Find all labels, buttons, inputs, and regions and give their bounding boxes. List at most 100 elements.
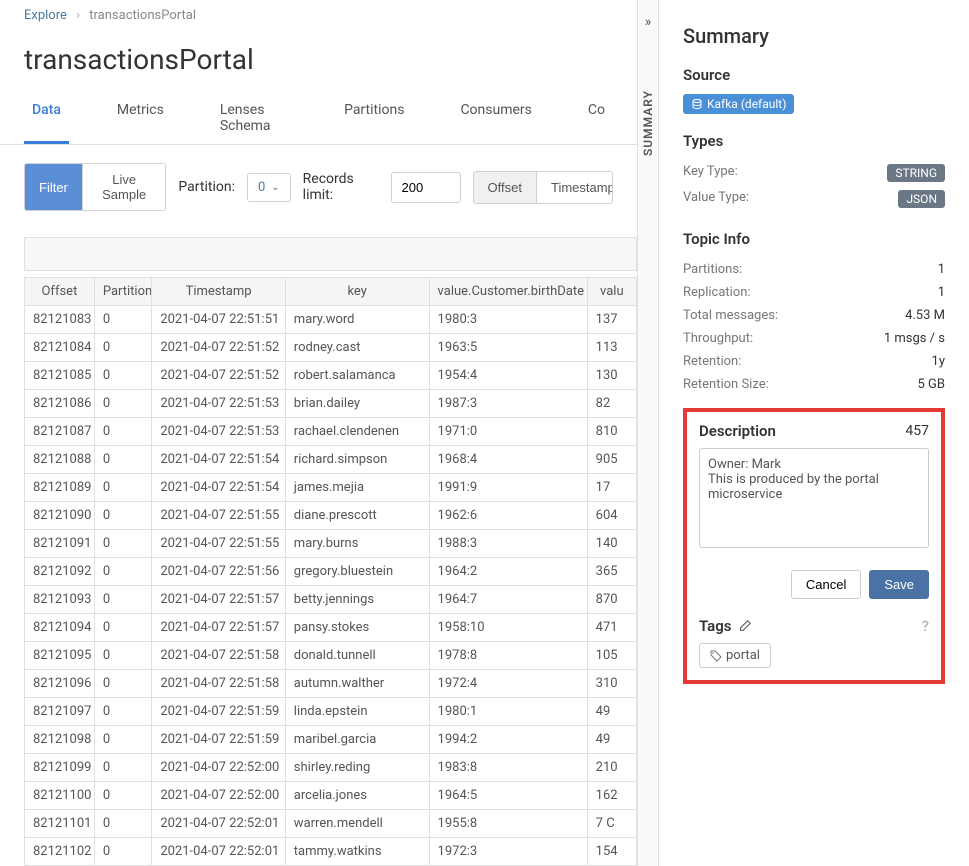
table-cell: 1972:3	[429, 838, 587, 866]
records-limit-label: Records limit:	[303, 171, 379, 203]
chevron-down-icon: ⌄	[271, 182, 279, 193]
table-cell: 2021-04-07 22:51:52	[152, 334, 285, 362]
filter-button[interactable]: Filter	[25, 164, 82, 210]
table-cell: 82121088	[25, 446, 95, 474]
table-row[interactable]: 8212108702021-04-07 22:51:53rachael.clen…	[25, 418, 637, 446]
table-row[interactable]: 8212109902021-04-07 22:52:00shirley.redi…	[25, 754, 637, 782]
partition-label: Partition:	[178, 179, 235, 195]
table-row[interactable]: 8212109002021-04-07 22:51:55diane.presco…	[25, 502, 637, 530]
records-limit-input[interactable]	[391, 172, 461, 203]
table-cell: 2021-04-07 22:51:53	[152, 418, 285, 446]
table-row[interactable]: 8212110002021-04-07 22:52:00arcelia.jone…	[25, 782, 637, 810]
table-cell: 0	[94, 474, 152, 502]
table-row[interactable]: 8212109302021-04-07 22:51:57betty.jennin…	[25, 586, 637, 614]
value-type-badge: JSON	[898, 190, 945, 208]
tag-pill[interactable]: portal	[699, 643, 771, 668]
tag-icon	[710, 650, 722, 662]
tags-label: Tags	[699, 617, 732, 635]
table-cell: 1963:5	[429, 334, 587, 362]
info-value: 4.53 M	[905, 308, 945, 323]
table-cell: betty.jennings	[285, 586, 429, 614]
table-row[interactable]: 8212108402021-04-07 22:51:52rodney.cast1…	[25, 334, 637, 362]
column-header[interactable]: Timestamp	[152, 278, 285, 306]
table-row[interactable]: 8212108302021-04-07 22:51:51mary.word198…	[25, 306, 637, 334]
cancel-button[interactable]: Cancel	[791, 570, 861, 599]
table-row[interactable]: 8212108902021-04-07 22:51:54james.mejia1…	[25, 474, 637, 502]
column-header[interactable]: key	[285, 278, 429, 306]
table-cell: 82121085	[25, 362, 95, 390]
table-row[interactable]: 8212109702021-04-07 22:51:59linda.epstei…	[25, 698, 637, 726]
table-cell: mary.burns	[285, 530, 429, 558]
tab-metrics[interactable]: Metrics	[109, 92, 172, 144]
breadcrumb-root[interactable]: Explore	[24, 8, 67, 23]
table-cell: 0	[94, 306, 152, 334]
table-row[interactable]: 8212110202021-04-07 22:52:01tammy.watkin…	[25, 838, 637, 866]
table-cell: 1962:6	[429, 502, 587, 530]
edit-icon[interactable]	[738, 619, 752, 633]
table-cell: 82121091	[25, 530, 95, 558]
table-cell: 210	[587, 754, 636, 782]
column-header[interactable]: Offset	[25, 278, 95, 306]
timestamp-button[interactable]: Timestamp	[536, 172, 613, 203]
key-type-badge: STRING	[887, 164, 945, 182]
table-cell: james.mejia	[285, 474, 429, 502]
tab-data[interactable]: Data	[24, 92, 69, 144]
column-header[interactable]: valu	[587, 278, 636, 306]
table-row[interactable]: 8212109502021-04-07 22:51:58donald.tunne…	[25, 642, 637, 670]
tab-partitions[interactable]: Partitions	[336, 92, 412, 144]
info-key: Retention:	[683, 354, 741, 369]
filter-row[interactable]	[24, 237, 637, 271]
table-cell: 0	[94, 726, 152, 754]
table-cell: 2021-04-07 22:51:52	[152, 362, 285, 390]
table-cell: 0	[94, 530, 152, 558]
table-cell: 0	[94, 586, 152, 614]
info-row: Retention Size:5 GB	[683, 373, 945, 396]
info-key: Total messages:	[683, 308, 778, 323]
table-row[interactable]: 8212108502021-04-07 22:51:52robert.salam…	[25, 362, 637, 390]
table-row[interactable]: 8212109802021-04-07 22:51:59maribel.garc…	[25, 726, 637, 754]
table-cell: diane.prescott	[285, 502, 429, 530]
types-heading: Types	[683, 132, 945, 150]
description-textarea[interactable]	[699, 448, 929, 548]
table-cell: 0	[94, 334, 152, 362]
table-cell: 2021-04-07 22:51:53	[152, 390, 285, 418]
table-cell: 2021-04-07 22:51:54	[152, 446, 285, 474]
table-cell: 154	[587, 838, 636, 866]
table-cell: 0	[94, 558, 152, 586]
help-icon[interactable]: ?	[922, 617, 929, 635]
tab-lenses-schema[interactable]: Lenses Schema	[212, 92, 296, 144]
table-row[interactable]: 8212109102021-04-07 22:51:55mary.burns19…	[25, 530, 637, 558]
offset-button[interactable]: Offset	[474, 172, 536, 203]
table-row[interactable]: 8212110102021-04-07 22:52:01warren.mende…	[25, 810, 637, 838]
table-cell: mary.word	[285, 306, 429, 334]
table-cell: 82121096	[25, 670, 95, 698]
table-cell: 1955:8	[429, 810, 587, 838]
summary-heading: Summary	[683, 24, 945, 48]
live-sample-button[interactable]: Live Sample	[82, 164, 166, 210]
summary-collapse-tab[interactable]: » SUMMARY	[637, 0, 659, 866]
table-cell: 82121099	[25, 754, 95, 782]
table-row[interactable]: 8212109602021-04-07 22:51:58autumn.walth…	[25, 670, 637, 698]
table-row[interactable]: 8212109402021-04-07 22:51:57pansy.stokes…	[25, 614, 637, 642]
column-header[interactable]: value.Customer.birthDate	[429, 278, 587, 306]
tab-co[interactable]: Co	[580, 92, 613, 144]
partition-select[interactable]: 0 ⌄	[247, 173, 291, 202]
tab-consumers[interactable]: Consumers	[452, 92, 539, 144]
table-cell: 1980:3	[429, 306, 587, 334]
table-cell: 1958:10	[429, 614, 587, 642]
table-cell: pansy.stokes	[285, 614, 429, 642]
page-title: transactionsPortal	[0, 31, 637, 92]
table-row[interactable]: 8212109202021-04-07 22:51:56gregory.blue…	[25, 558, 637, 586]
collapse-icon[interactable]: »	[645, 14, 652, 30]
table-cell: 1987:3	[429, 390, 587, 418]
table-cell: 0	[94, 782, 152, 810]
table-row[interactable]: 8212108802021-04-07 22:51:54richard.simp…	[25, 446, 637, 474]
breadcrumb-sep: ›	[76, 8, 80, 23]
table-cell: 82	[587, 390, 636, 418]
table-cell: rodney.cast	[285, 334, 429, 362]
save-button[interactable]: Save	[869, 570, 929, 599]
table-cell: 810	[587, 418, 636, 446]
table-row[interactable]: 8212108602021-04-07 22:51:53brian.dailey…	[25, 390, 637, 418]
column-header[interactable]: Partition	[94, 278, 152, 306]
description-highlight: Description 457 Cancel Save Tags ? porta…	[683, 408, 945, 684]
